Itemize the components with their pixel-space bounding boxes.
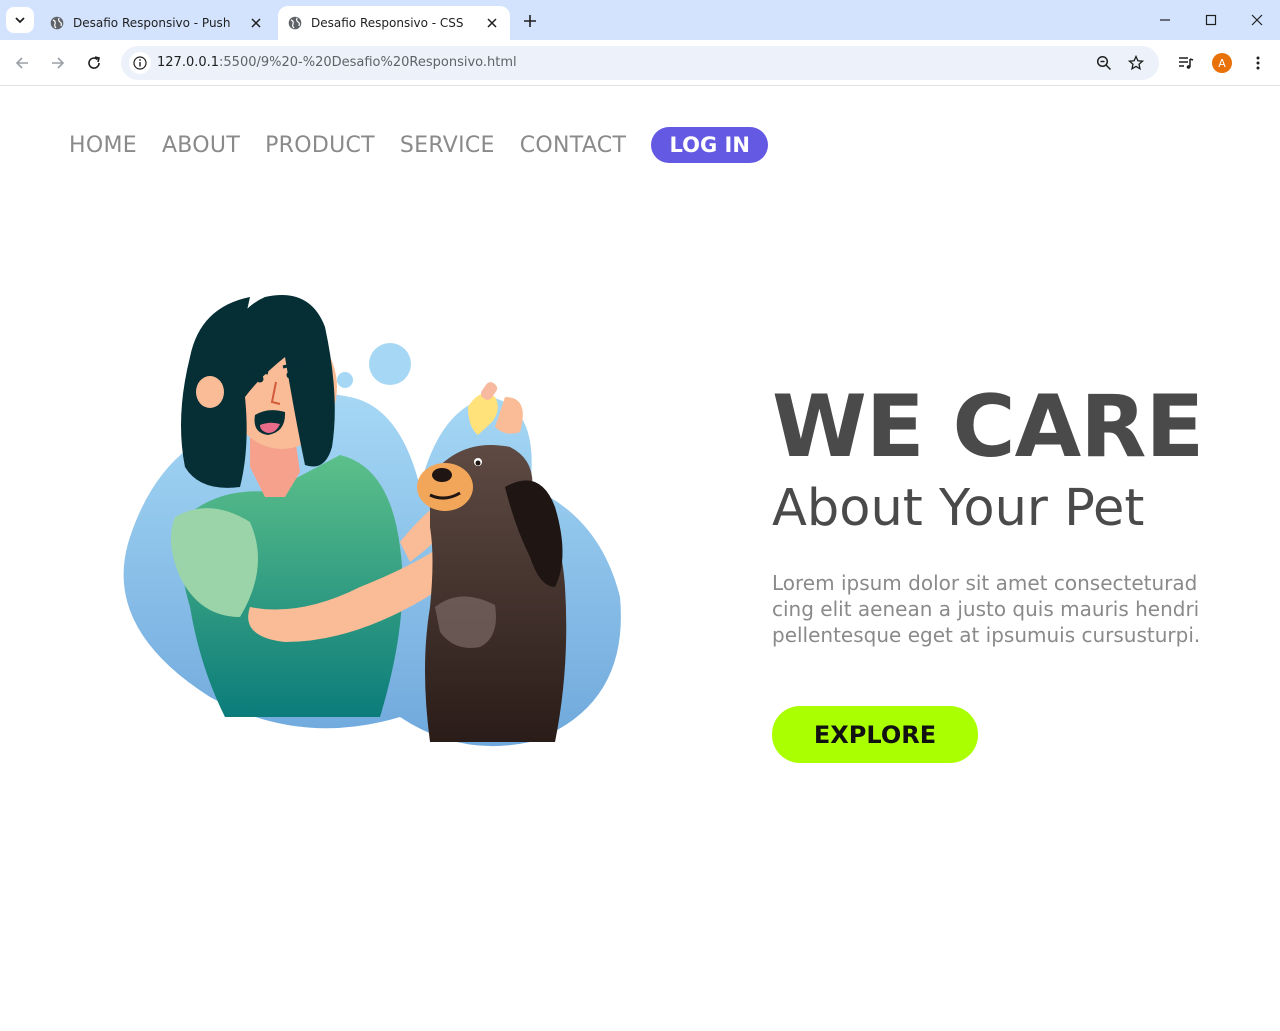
close-tab-icon[interactable] xyxy=(248,15,264,31)
reload-button[interactable] xyxy=(81,50,107,76)
reload-icon xyxy=(88,56,100,69)
nav-link-contact[interactable]: CONTACT xyxy=(520,133,626,158)
playlist-icon xyxy=(1179,57,1194,69)
login-button[interactable]: LOG IN xyxy=(651,127,769,163)
info-icon xyxy=(133,56,147,70)
forward-button[interactable] xyxy=(45,50,71,76)
hero-subtitle: About Your Pet xyxy=(772,479,1145,538)
browser-toolbar: 127.0.0.1:5500/9%20-%20Desafio%20Respons… xyxy=(0,40,1280,86)
explore-button[interactable]: EXPLORE xyxy=(772,706,978,763)
arrow-right-icon xyxy=(52,57,65,69)
main-nav: HOME ABOUT PRODUCT SERVICE CONTACT LOG I… xyxy=(69,127,769,163)
profile-avatar[interactable]: A xyxy=(1212,53,1232,73)
plus-icon xyxy=(524,15,536,27)
close-window-button[interactable] xyxy=(1240,6,1274,34)
minimize-button[interactable] xyxy=(1148,6,1182,34)
globe-icon xyxy=(288,16,302,30)
browser-tab-push[interactable]: Desafio Responsivo - Push xyxy=(40,6,274,40)
hero-paragraph: Lorem ipsum dolor sit amet consecteturad… xyxy=(772,570,1242,648)
browser-tab-css[interactable]: Desafio Responsivo - CSS xyxy=(278,6,510,40)
site-info-button[interactable] xyxy=(129,52,151,74)
new-tab-button[interactable] xyxy=(518,9,542,33)
tab-strip: Desafio Responsivo - Push Desafio Respon… xyxy=(0,0,1280,40)
bookmark-star-icon[interactable] xyxy=(1126,53,1146,73)
nav-link-about[interactable]: ABOUT xyxy=(162,133,240,158)
more-vert-icon xyxy=(1256,56,1260,70)
tab-title: Desafio Responsivo - Push xyxy=(73,16,231,30)
zoom-icon[interactable] xyxy=(1094,53,1114,73)
nav-link-home[interactable]: HOME xyxy=(69,133,137,158)
nav-link-product[interactable]: PRODUCT xyxy=(265,133,375,158)
nav-link-service[interactable]: SERVICE xyxy=(400,133,495,158)
woman-with-dog-illustration xyxy=(123,295,621,747)
menu-button[interactable] xyxy=(1245,50,1271,76)
tab-search-button[interactable] xyxy=(6,7,34,33)
maximize-icon xyxy=(1205,14,1217,26)
maximize-button[interactable] xyxy=(1194,6,1228,34)
hero-title: WE CARE xyxy=(772,377,1204,477)
hero-paragraph-line: pellentesque eget at ipsumuis cursusturp… xyxy=(772,623,1201,647)
close-icon xyxy=(1251,14,1263,26)
url-path: :5500/9%20-%20Desafio%20Responsivo.html xyxy=(219,55,517,70)
close-tab-icon[interactable] xyxy=(484,15,500,31)
chevron-down-icon xyxy=(15,17,25,24)
tab-title: Desafio Responsivo - CSS xyxy=(311,16,464,30)
hero-paragraph-line: cing elit aenean a justo quis mauris hen… xyxy=(772,597,1200,621)
media-controls-button[interactable] xyxy=(1173,50,1199,76)
back-button[interactable] xyxy=(9,50,35,76)
minimize-icon xyxy=(1160,19,1170,21)
url-host: 127.0.0.1 xyxy=(157,55,220,70)
page-content: HOME ABOUT PRODUCT SERVICE CONTACT LOG I… xyxy=(0,87,1280,1031)
arrow-left-icon xyxy=(15,57,28,69)
address-bar[interactable]: 127.0.0.1:5500/9%20-%20Desafio%20Respons… xyxy=(121,46,1159,80)
hero-paragraph-line: Lorem ipsum dolor sit amet consecteturad xyxy=(772,571,1198,595)
url-text: 127.0.0.1:5500/9%20-%20Desafio%20Respons… xyxy=(157,55,517,70)
globe-icon xyxy=(50,16,64,30)
